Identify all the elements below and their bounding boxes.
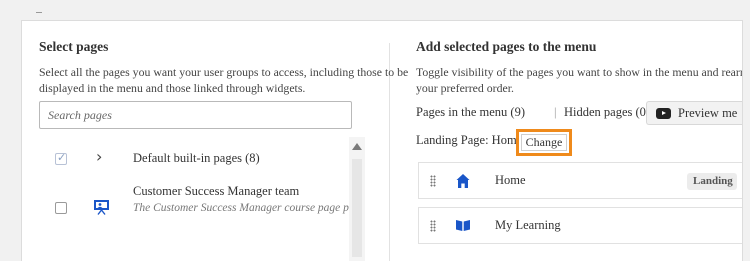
book-icon [455, 218, 471, 232]
presentation-icon [93, 199, 110, 215]
default-pages-checkbox[interactable] [55, 151, 67, 165]
top-divider-mark [36, 12, 42, 13]
menu-row-home[interactable]: Home Landing [418, 162, 742, 199]
list-item-customer-success[interactable]: Customer Success Manager team The Custom… [39, 181, 369, 241]
tab-pages-in-menu[interactable]: Pages in the menu (9) [416, 105, 525, 120]
scroll-up-arrow-icon[interactable] [352, 143, 362, 150]
chevron-right-icon[interactable]: › [96, 147, 102, 166]
top-strip [0, 0, 750, 12]
menu-row-my-learning[interactable]: My Learning [418, 207, 742, 244]
add-pages-heading: Add selected pages to the menu [416, 39, 597, 54]
landing-page-label: Landing Page: Home [416, 133, 523, 147]
search-pages-input[interactable] [39, 101, 352, 129]
preview-menu-button[interactable]: Preview me [646, 101, 742, 125]
scroll-thumb[interactable] [352, 159, 362, 257]
change-button-highlight: Change [516, 129, 572, 156]
list-item-title: Customer Success Manager team [133, 184, 300, 198]
tab-hidden-pages[interactable]: Hidden pages (0) [564, 105, 650, 120]
tab-separator: | [554, 105, 557, 119]
change-landing-page-button[interactable]: Change [521, 134, 567, 151]
drag-handle-icon[interactable] [430, 220, 436, 232]
page-selection-panel: Select pages Select all the pages you wa… [21, 20, 743, 261]
list-item-default-built-in[interactable]: › Default built-in pages (8) [39, 137, 369, 181]
select-pages-description-2: displayed in the menu and those linked t… [39, 81, 306, 95]
drag-handle-icon[interactable] [430, 175, 436, 187]
list-item-subtitle: The Customer Success Manager course page… [133, 202, 349, 214]
landing-badge: Landing [687, 173, 737, 190]
list-scrollbar[interactable] [349, 137, 365, 261]
pages-list: › Default built-in pages (8) Customer Su… [39, 137, 369, 261]
menu-row-label: My Learning [495, 218, 561, 232]
customer-success-checkbox[interactable] [55, 202, 67, 214]
select-pages-heading: Select pages [39, 39, 109, 54]
add-pages-description-2: your preferred order. [416, 81, 514, 95]
home-icon [456, 173, 470, 189]
list-item-title: Default built-in pages (8) [133, 151, 260, 165]
video-play-icon [656, 108, 671, 119]
menu-row-label: Home [495, 173, 526, 187]
preview-menu-label: Preview me [678, 106, 738, 120]
